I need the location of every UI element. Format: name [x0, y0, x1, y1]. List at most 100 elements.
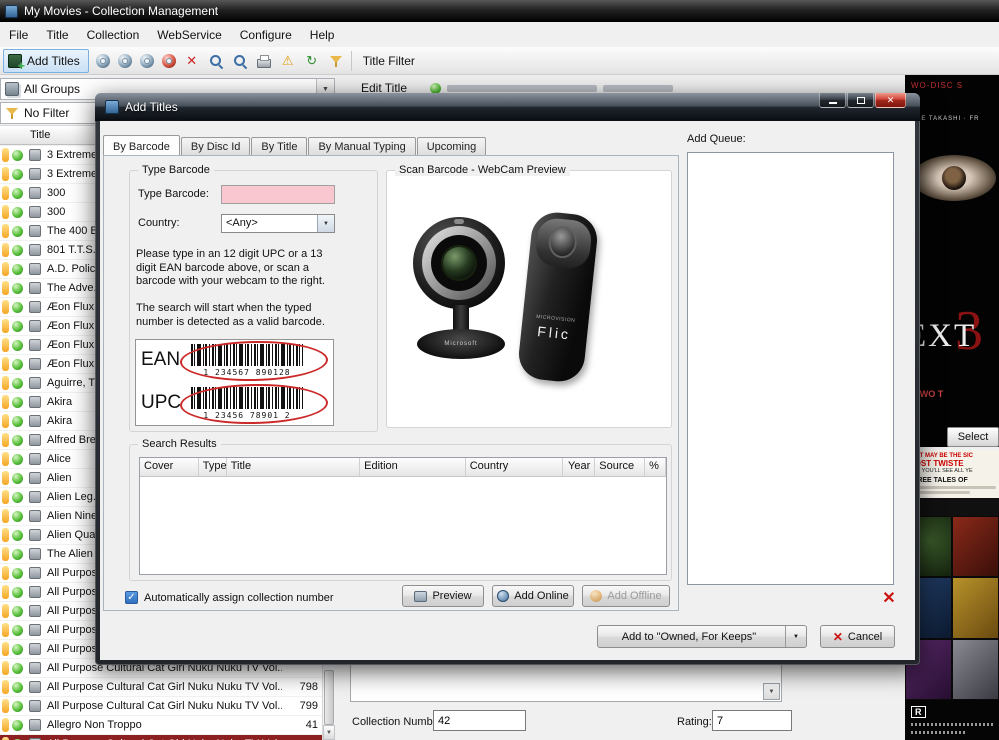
menu-help[interactable]: Help — [301, 24, 344, 46]
row-marker-icon — [2, 167, 9, 181]
scrollbar-thumb[interactable] — [324, 670, 334, 725]
media-type-icon — [29, 415, 41, 427]
list-item[interactable]: All Purpose Cultural Cat Girl Nuku Nuku … — [0, 735, 322, 740]
list-item[interactable]: Allegro Non Troppo41 — [0, 716, 322, 735]
tab-by-disc-id[interactable]: By Disc Id — [181, 137, 251, 155]
menu-configure[interactable]: Configure — [231, 24, 301, 46]
status-ball-icon — [12, 473, 23, 484]
add-offline-button[interactable]: Add Offline — [582, 585, 670, 607]
media-type-icon — [29, 567, 41, 579]
add-to-collection-button[interactable]: Add to "Owned, For Keeps" ▼ — [597, 625, 807, 648]
refresh-icon[interactable]: ↻ — [304, 53, 320, 69]
status-ball-icon — [12, 454, 23, 465]
copy-disc-icon[interactable] — [96, 54, 110, 68]
list-item[interactable]: All Purpose Cultural Cat Girl Nuku Nuku … — [0, 678, 322, 697]
row-marker-icon — [2, 376, 9, 390]
status-ball-icon — [12, 340, 23, 351]
column-header-edition[interactable]: Edition — [360, 458, 466, 476]
row-marker-icon — [2, 509, 9, 523]
remove-from-queue-button[interactable]: ✕ — [879, 588, 899, 608]
title-filter-label: Title Filter — [363, 54, 415, 68]
cancel-x-icon: ✕ — [833, 630, 843, 644]
summary-text-ghost — [447, 85, 597, 92]
add-titles-button[interactable]: Add Titles — [3, 49, 89, 73]
row-marker-icon — [2, 319, 9, 333]
minimize-button[interactable] — [819, 93, 846, 108]
rating-input[interactable] — [712, 710, 792, 731]
status-ball-icon — [12, 701, 23, 712]
row-marker-icon — [2, 642, 9, 656]
dialog-titlebar[interactable]: Add Titles — [95, 93, 920, 121]
checked-checkbox[interactable]: ✓ — [125, 591, 138, 604]
delete-title-icon[interactable]: ✕ — [184, 53, 200, 69]
cancel-button[interactable]: ✕ Cancel — [820, 625, 895, 648]
column-header-cover[interactable]: Cover — [140, 458, 199, 476]
collection-number-cell: 798 — [282, 681, 322, 693]
media-type-icon — [29, 472, 41, 484]
media-type-icon — [29, 434, 41, 446]
filter-icon[interactable] — [328, 53, 344, 69]
menu-title[interactable]: Title — [37, 24, 77, 46]
search-results-group: Search Results CoverTypeTitleEditionCoun… — [129, 444, 672, 581]
auto-assign-checkbox-row[interactable]: ✓ Automatically assign collection number — [125, 591, 334, 604]
tab-by-manual-typing[interactable]: By Manual Typing — [308, 137, 415, 155]
status-ball-icon — [12, 549, 23, 560]
row-marker-icon — [2, 338, 9, 352]
add-online-button[interactable]: Add Online — [492, 585, 574, 607]
search-online-icon[interactable] — [232, 53, 248, 69]
media-type-icon — [29, 643, 41, 655]
status-ball-icon — [12, 511, 23, 522]
tab-by-barcode[interactable]: By Barcode — [103, 135, 180, 155]
status-ball-icon — [12, 169, 23, 180]
type-barcode-group: Type Barcode Type Barcode: Country: <Any… — [129, 170, 378, 432]
column-header-source[interactable]: Source — [595, 458, 645, 476]
tab-upcoming[interactable]: Upcoming — [417, 137, 487, 155]
chevron-down-icon[interactable]: ▼ — [763, 683, 780, 700]
menu-webservice[interactable]: WebService — [148, 24, 230, 46]
tab-by-title[interactable]: By Title — [251, 137, 307, 155]
dialog-tabs: By BarcodeBy Disc IdBy TitleBy Manual Ty… — [103, 135, 487, 155]
media-type-icon — [29, 453, 41, 465]
collection-number-input[interactable] — [433, 710, 526, 731]
chevron-down-icon[interactable]: ▼ — [785, 626, 806, 647]
status-ball-icon — [12, 606, 23, 617]
rating-badge: R — [911, 706, 926, 718]
close-button[interactable]: ✕ — [875, 93, 906, 108]
country-label: Country: — [138, 217, 180, 229]
barcode-help-text: Please type in an 12 digit UPC or a 13 d… — [136, 248, 336, 289]
status-ball-icon — [12, 435, 23, 446]
search-results-table: CoverTypeTitleEditionCountryYearSource% — [139, 457, 667, 575]
column-header-year[interactable]: Year — [563, 458, 595, 476]
collection-number-label: Collection Number: — [352, 716, 446, 728]
add-queue-list[interactable] — [687, 152, 894, 585]
country-dropdown[interactable]: <Any> ▼ — [221, 214, 335, 233]
burn-disc-icon[interactable] — [162, 54, 176, 68]
menu-file[interactable]: File — [0, 24, 37, 46]
status-ball-icon — [12, 530, 23, 541]
chevron-down-icon: ▼ — [317, 215, 334, 232]
media-type-icon — [29, 529, 41, 541]
media-type-icon — [29, 358, 41, 370]
status-ball-icon — [12, 644, 23, 655]
column-header-title[interactable]: Title — [227, 458, 360, 476]
collection-number-cell: 41 — [282, 719, 322, 731]
print-icon[interactable] — [256, 53, 272, 69]
list-item[interactable]: All Purpose Cultural Cat Girl Nuku Nuku … — [0, 697, 322, 716]
menu-collection[interactable]: Collection — [78, 24, 149, 46]
app-window: My Movies - Collection Management FileTi… — [0, 0, 999, 740]
column-header-type[interactable]: Type — [199, 458, 227, 476]
save-disc-icon[interactable] — [118, 54, 132, 68]
search-icon[interactable] — [208, 53, 224, 69]
barcode-input[interactable] — [221, 185, 335, 204]
media-type-icon — [29, 396, 41, 408]
scroll-down-icon[interactable]: ▼ — [323, 725, 335, 740]
select-button[interactable]: Select — [947, 427, 999, 447]
dialog-client-area: By BarcodeBy Disc IdBy TitleBy Manual Ty… — [100, 121, 915, 660]
media-type-icon — [29, 282, 41, 294]
maximize-button[interactable] — [847, 93, 874, 108]
export-disc-icon[interactable] — [140, 54, 154, 68]
column-header-percent[interactable]: % — [645, 458, 666, 476]
warning-icon[interactable]: ⚠ — [280, 53, 296, 69]
column-header-country[interactable]: Country — [466, 458, 564, 476]
preview-button[interactable]: Preview — [402, 585, 484, 607]
